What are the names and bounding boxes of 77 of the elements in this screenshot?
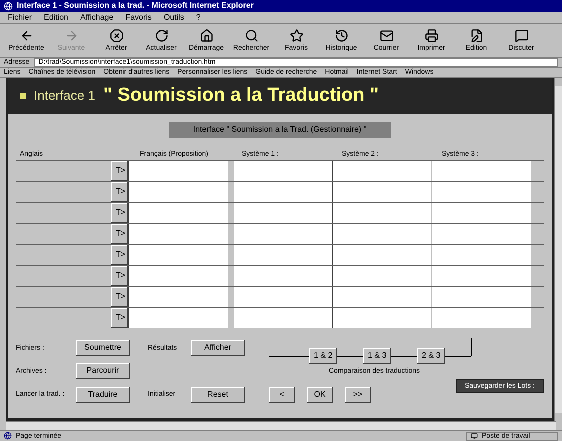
proposal-field[interactable]: [128, 245, 228, 265]
menu-item[interactable]: Fichier: [8, 14, 32, 22]
proposal-field[interactable]: [128, 182, 228, 202]
menu-item[interactable]: Edition: [44, 14, 68, 22]
system-field[interactable]: [333, 203, 432, 223]
system-field[interactable]: [333, 245, 432, 265]
translate-button[interactable]: T>: [111, 308, 128, 328]
star-icon: [290, 29, 304, 43]
system-field[interactable]: [432, 203, 531, 223]
system-field[interactable]: [234, 203, 333, 223]
proposal-field[interactable]: [128, 203, 228, 223]
system-field[interactable]: [333, 224, 432, 244]
edit-icon: [470, 29, 484, 43]
system-field[interactable]: [333, 182, 432, 202]
nav-button[interactable]: <: [269, 387, 295, 403]
system-field[interactable]: [234, 266, 333, 286]
system-field[interactable]: [234, 287, 333, 307]
menu-item[interactable]: Outils: [164, 14, 184, 22]
action-button[interactable]: Traduire: [76, 386, 130, 403]
system-field[interactable]: [432, 182, 531, 202]
home-icon: [200, 29, 214, 43]
system-field[interactable]: [432, 245, 531, 265]
computer-icon: [471, 432, 478, 440]
action-button[interactable]: Soumettre: [76, 340, 130, 356]
system-field[interactable]: [432, 308, 531, 328]
system-field[interactable]: [432, 224, 531, 244]
translate-button[interactable]: T>: [111, 203, 128, 223]
system-field[interactable]: [333, 266, 432, 286]
page-icon: [4, 432, 12, 440]
horizontal-scrollbar[interactable]: [6, 421, 556, 430]
system-field[interactable]: [432, 266, 531, 286]
bullet-icon: [20, 93, 26, 99]
vertical-scrollbar[interactable]: [554, 78, 562, 421]
system-field[interactable]: [234, 224, 333, 244]
translate-button[interactable]: T>: [111, 266, 128, 286]
history-icon: [334, 29, 348, 43]
translate-button[interactable]: T>: [111, 182, 128, 202]
translate-button[interactable]: T>: [111, 287, 128, 307]
nav-button[interactable]: >>: [345, 387, 371, 403]
compare-button[interactable]: 2 & 3: [417, 348, 445, 364]
translate-button[interactable]: T>: [111, 224, 128, 244]
proposal-field[interactable]: [128, 287, 228, 307]
system-field[interactable]: [432, 287, 531, 307]
action-button[interactable]: Afficher: [191, 340, 245, 356]
system-field[interactable]: [333, 161, 432, 181]
search-icon: [244, 29, 258, 43]
banner-prefix: Interface 1: [34, 87, 96, 106]
banner-title: " Soumission a la Traduction ": [103, 84, 380, 108]
system-field[interactable]: [234, 161, 333, 181]
browser-icon: [4, 2, 13, 10]
translate-button[interactable]: T>: [111, 245, 128, 265]
system-field[interactable]: [432, 161, 531, 181]
proposal-field[interactable]: [128, 308, 228, 328]
refresh-icon: [154, 29, 168, 43]
nav-button[interactable]: OK: [307, 387, 333, 403]
menu-item[interactable]: Affichage: [80, 14, 114, 22]
chat-icon: [514, 29, 528, 43]
translate-button[interactable]: T>: [111, 161, 128, 181]
window-title: Interface 1 - Soumission a la trad. - Microsoft Internet Explorer: [17, 2, 254, 10]
compare-button[interactable]: 1 & 2: [309, 348, 337, 364]
menu-item[interactable]: ?: [196, 14, 201, 22]
system-field[interactable]: [234, 245, 333, 265]
action-button[interactable]: Parcourir: [76, 363, 130, 380]
system-field[interactable]: [333, 287, 432, 307]
proposal-field[interactable]: [128, 224, 228, 244]
action-button[interactable]: Reset: [191, 386, 245, 403]
mail-icon: [380, 29, 394, 43]
compare-button[interactable]: 1 & 3: [363, 348, 391, 364]
proposal-field[interactable]: [128, 161, 228, 181]
system-field[interactable]: [333, 308, 432, 328]
system-field[interactable]: [234, 308, 333, 328]
form-subtitle: Interface " Soumission a la Trad. (Gestionnaire) ": [169, 122, 391, 138]
system-field[interactable]: [234, 182, 333, 202]
menu-item[interactable]: Favoris: [126, 14, 152, 22]
stop-icon: [110, 29, 124, 43]
proposal-field[interactable]: [128, 266, 228, 286]
printer-icon: [424, 29, 438, 43]
